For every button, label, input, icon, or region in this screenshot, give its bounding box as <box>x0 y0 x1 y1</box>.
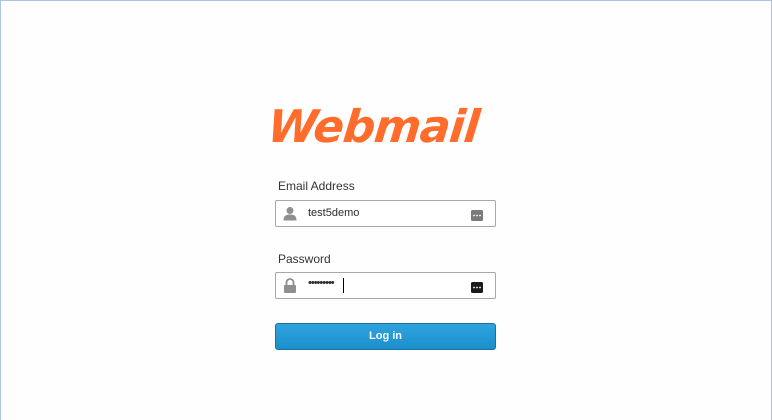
password-masked-value: ••••••••• <box>308 277 335 289</box>
webmail-logo: Webmail <box>265 100 482 153</box>
credentials-icon[interactable] <box>471 280 483 293</box>
password-label: Password <box>278 252 331 266</box>
lock-icon <box>283 278 297 293</box>
credentials-icon[interactable] <box>471 208 483 221</box>
password-field[interactable]: ••••••••• <box>275 272 496 299</box>
email-field[interactable]: test5demo <box>275 200 496 227</box>
email-value: test5demo <box>308 207 360 219</box>
user-icon <box>283 206 297 221</box>
login-page: Webmail Email Address test5demo Password <box>0 0 772 420</box>
email-label: Email Address <box>278 179 355 193</box>
login-button[interactable]: Log in <box>275 323 496 350</box>
text-caret <box>343 278 344 293</box>
